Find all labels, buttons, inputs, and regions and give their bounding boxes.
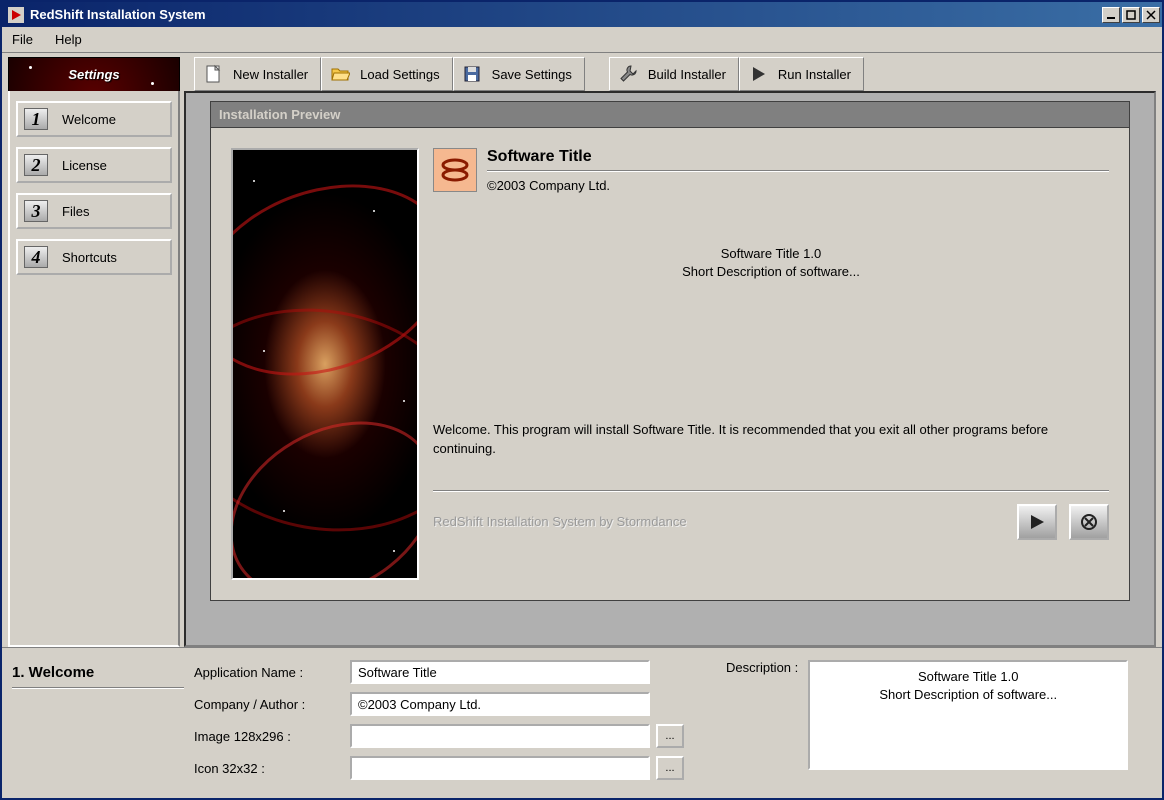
company-label: Company / Author : (194, 697, 344, 712)
main-area: 1 Welcome 2 License 3 Files 4 Shortcuts … (2, 91, 1162, 647)
preview-panel: Installation Preview (210, 101, 1130, 601)
short-description: Short Description of software... (433, 263, 1109, 281)
new-installer-label: New Installer (233, 67, 308, 82)
minimize-button[interactable] (1102, 7, 1120, 23)
menu-file[interactable]: File (8, 30, 37, 49)
browse-icon-button[interactable]: ... (656, 756, 684, 780)
load-settings-button[interactable]: Load Settings (321, 57, 453, 91)
next-button[interactable] (1017, 504, 1057, 540)
build-installer-button[interactable]: Build Installer (609, 57, 739, 91)
tab-settings-label: Settings (68, 67, 119, 82)
credits-text: RedShift Installation System by Stormdan… (433, 514, 1017, 529)
description-input[interactable]: Software Title 1.0 Short Description of … (808, 660, 1128, 770)
copyright-text: ©2003 Company Ltd. (487, 178, 1109, 193)
app-name-input[interactable] (350, 660, 650, 684)
image-label: Image 128x296 : (194, 729, 344, 744)
step-number: 3 (24, 200, 48, 222)
sidebar-item-label: Shortcuts (62, 250, 117, 265)
sidebar-item-label: Welcome (62, 112, 116, 127)
welcome-message: Welcome. This program will install Softw… (433, 421, 1109, 457)
toolbar: Settings New Installer Load Settings Sav… (2, 53, 1162, 91)
splash-image (231, 148, 419, 580)
play-icon (748, 64, 768, 84)
window-title: RedShift Installation System (28, 7, 1102, 22)
sidebar: 1 Welcome 2 License 3 Files 4 Shortcuts (8, 91, 180, 647)
description-line2: Short Description of software... (816, 686, 1120, 704)
preview-panel-title: Installation Preview (211, 102, 1129, 128)
folder-open-icon (330, 64, 350, 84)
center-description: Software Title 1.0 Short Description of … (433, 245, 1109, 281)
bottom-form: 1. Welcome Application Name : Company / … (2, 647, 1162, 798)
app-icon (8, 7, 24, 23)
run-installer-button[interactable]: Run Installer (739, 57, 864, 91)
description-label: Description : (726, 660, 798, 675)
step-number: 2 (24, 154, 48, 176)
close-button[interactable] (1142, 7, 1160, 23)
load-settings-label: Load Settings (360, 67, 440, 82)
sidebar-item-files[interactable]: 3 Files (16, 193, 172, 229)
play-icon (1028, 513, 1046, 531)
version-line: Software Title 1.0 (433, 245, 1109, 263)
browse-image-button[interactable]: ... (656, 724, 684, 748)
build-installer-label: Build Installer (648, 67, 726, 82)
menubar: File Help (2, 27, 1162, 53)
sidebar-item-label: License (62, 158, 107, 173)
sidebar-item-label: Files (62, 204, 89, 219)
section-heading: 1. Welcome (12, 660, 184, 780)
save-icon (462, 64, 482, 84)
save-settings-button[interactable]: Save Settings (453, 57, 585, 91)
icon-path-input[interactable] (350, 756, 650, 780)
software-title: Software Title (487, 148, 1109, 166)
save-settings-label: Save Settings (492, 67, 572, 82)
cancel-button[interactable] (1069, 504, 1109, 540)
new-file-icon (203, 64, 223, 84)
divider (433, 490, 1109, 492)
menu-help[interactable]: Help (51, 30, 86, 49)
image-path-input[interactable] (350, 724, 650, 748)
maximize-button[interactable] (1122, 7, 1140, 23)
run-installer-label: Run Installer (778, 67, 851, 82)
content-area: Installation Preview (184, 91, 1156, 647)
company-input[interactable] (350, 692, 650, 716)
icon-label: Icon 32x32 : (194, 761, 344, 776)
tab-settings[interactable]: Settings (8, 57, 180, 91)
divider (487, 170, 1109, 172)
titlebar: RedShift Installation System (2, 2, 1162, 27)
close-circle-icon (1080, 513, 1098, 531)
application-window: RedShift Installation System File Help S… (0, 0, 1164, 800)
sidebar-item-license[interactable]: 2 License (16, 147, 172, 183)
step-number: 4 (24, 246, 48, 268)
description-line1: Software Title 1.0 (816, 668, 1120, 686)
step-number: 1 (24, 108, 48, 130)
new-installer-button[interactable]: New Installer (194, 57, 321, 91)
sidebar-item-welcome[interactable]: 1 Welcome (16, 101, 172, 137)
app-name-label: Application Name : (194, 665, 344, 680)
sidebar-item-shortcuts[interactable]: 4 Shortcuts (16, 239, 172, 275)
wrench-icon (618, 64, 638, 84)
software-icon (433, 148, 477, 192)
